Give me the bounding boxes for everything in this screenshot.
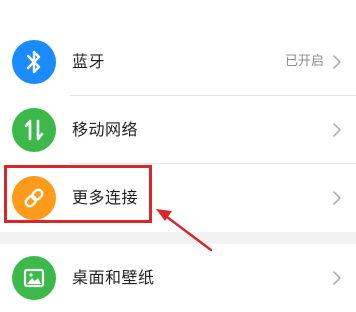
mobile-data-icon	[12, 108, 56, 152]
settings-item-label: 移动网络	[72, 120, 139, 139]
chevron-right-icon	[333, 271, 341, 285]
settings-item-mobile-network[interactable]: 移动网络	[0, 96, 356, 164]
highlight-box	[4, 165, 152, 223]
wallpaper-icon	[12, 256, 56, 300]
settings-item-bluetooth[interactable]: 蓝牙 已开启	[0, 28, 356, 96]
settings-item-desktop-wallpaper[interactable]: 桌面和壁纸	[0, 244, 356, 312]
settings-item-label: 桌面和壁纸	[72, 268, 155, 287]
chevron-right-icon	[333, 55, 341, 69]
status-text: 已开启	[284, 54, 324, 69]
chevron-right-icon	[333, 191, 341, 205]
settings-item-label: 蓝牙	[72, 52, 106, 71]
chevron-right-icon	[333, 123, 341, 137]
section-gap	[0, 232, 356, 244]
bluetooth-icon	[12, 40, 56, 84]
top-gap	[0, 0, 356, 14]
